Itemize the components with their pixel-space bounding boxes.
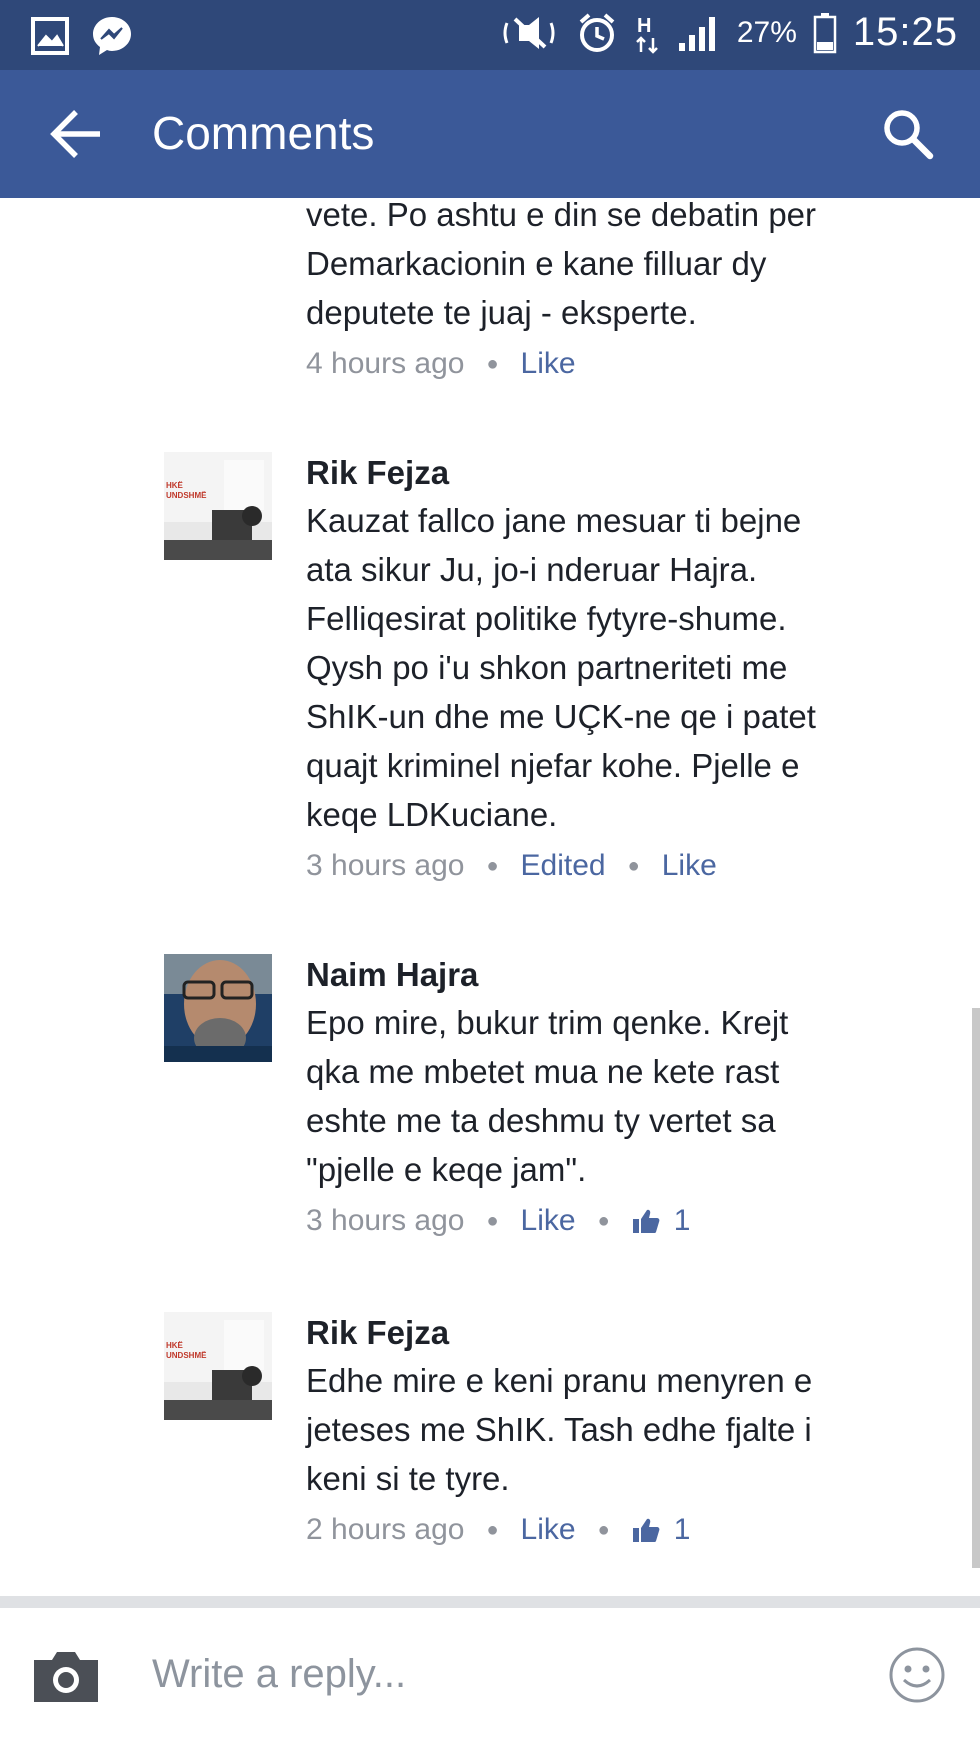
like-link[interactable]: Like [521,347,576,381]
comment-text-line: quajt kriminel njefar kohe. Pjelle e [306,747,800,784]
battery-icon [813,12,837,53]
battery-percent: 27% [736,15,797,49]
comment-text-line: Felliqesirat politike fytyre-shume. [306,600,787,637]
comment-text-line: Epo mire, bukur trim qenke. Krejt [306,1004,789,1041]
edited-link[interactable]: Edited [521,849,606,883]
avatar[interactable]: HKË UNDSHMË [164,452,272,560]
comment-text-line: keni si te tyre. [306,1460,510,1497]
mute-icon [503,16,555,49]
comment-author[interactable]: Naim Hajra [306,952,926,998]
divider [0,1596,980,1608]
clock: 15:25 [852,10,958,54]
avatar[interactable] [164,954,272,1062]
comment-time: 3 hours ago [306,849,465,882]
emoji-icon[interactable] [888,1646,946,1704]
like-count[interactable]: 1 [632,1513,691,1547]
comment-text-line: ShIK-un dhe me UÇK-ne qe i patet [306,698,816,735]
like-link[interactable]: Like [521,1204,576,1238]
back-arrow-icon[interactable] [48,108,104,160]
meta-separator: ● [486,352,499,375]
comment-text-line: Kauzat fallco jane mesuar ti bejne [306,502,802,539]
comment-text: Edhe mire e keni pranu menyren e jeteses… [306,1356,926,1503]
comment-time: 2 hours ago [306,1513,465,1546]
comment-text-line: Edhe mire e keni pranu menyren e [306,1362,813,1399]
comment-text-line: eshte me ta deshmu ty vertet sa [306,1102,776,1139]
like-count[interactable]: 1 [632,1204,691,1238]
thumbs-up-icon [632,1209,660,1233]
comment-meta: 3 hours ago ● Like ● 1 [306,1204,926,1238]
app-bar: Comments [0,70,980,198]
meta-separator: ● [597,1209,610,1232]
comment-author[interactable]: Rik Fejza [306,450,926,496]
avatar-text: UNDSHMË [166,1351,207,1360]
gallery-icon [31,17,69,55]
comment-time: 3 hours ago [306,1204,465,1237]
comment-text-line: jeteses me ShIK. Tash edhe fjalte i [306,1411,812,1448]
comment-text-line: keqe LDKuciane. [306,796,558,833]
comment-text: vete. Po ashtu e din se debatin per Dema… [306,198,926,337]
like-link[interactable]: Like [662,849,717,883]
comment-time: 4 hours ago [306,347,465,380]
comment-text-line: ata sikur Ju, jo-i nderuar Hajra. [306,551,758,588]
avatar-text: UNDSHMË [166,491,207,500]
comment-text-line: Demarkacionin e kane filluar dy [306,245,767,282]
page-title: Comments [152,107,375,159]
avatar-text: HKË [166,1341,184,1350]
meta-separator: ● [486,1209,499,1232]
camera-icon[interactable] [30,1646,102,1706]
messenger-icon [93,17,131,55]
like-count-value: 1 [673,1204,691,1237]
avatar[interactable]: HKË UNDSHMË [164,1312,272,1420]
h-plus-icon: H [635,15,658,54]
alarm-icon [579,12,615,52]
like-link[interactable]: Like [521,1513,576,1547]
comment-meta: 2 hours ago ● Like ● 1 [306,1513,926,1547]
comment-text-line: vete. Po ashtu e din se debatin per [306,198,817,233]
reply-input[interactable] [152,1642,832,1706]
like-count-value: 1 [673,1513,691,1546]
signal-icon [678,16,715,51]
meta-separator: ● [486,1518,499,1541]
comment-text: Epo mire, bukur trim qenke. Krejt qka me… [306,998,926,1194]
avatar-text: HKË [166,481,184,490]
comment-meta: 3 hours ago ● Edited ● Like [306,849,926,883]
meta-separator: ● [597,1518,610,1541]
meta-separator: ● [486,854,499,877]
status-bar: H 27% 15:25 [0,0,980,70]
reply-bar [0,1608,980,1742]
scrollbar[interactable] [972,1008,980,1568]
comments-list[interactable]: vete. Po ashtu e din se debatin per Dema… [0,198,980,1596]
comment-text: Kauzat fallco jane mesuar ti bejne ata s… [306,496,926,839]
comment-text-line: deputete te juaj - eksperte. [306,294,697,331]
comment-text-line: "pjelle e keqe jam". [306,1151,587,1188]
svg-text:H: H [637,15,651,37]
comment-meta: 4 hours ago ● Like [306,347,926,381]
meta-separator: ● [627,854,640,877]
comment-author[interactable]: Rik Fejza [306,1310,926,1356]
comment-text-line: Qysh po i'u shkon partneriteti me [306,649,788,686]
thumbs-up-icon [632,1518,660,1542]
comment-text-line: qka me mbetet mua ne kete rast [306,1053,780,1090]
search-icon[interactable] [880,106,936,162]
